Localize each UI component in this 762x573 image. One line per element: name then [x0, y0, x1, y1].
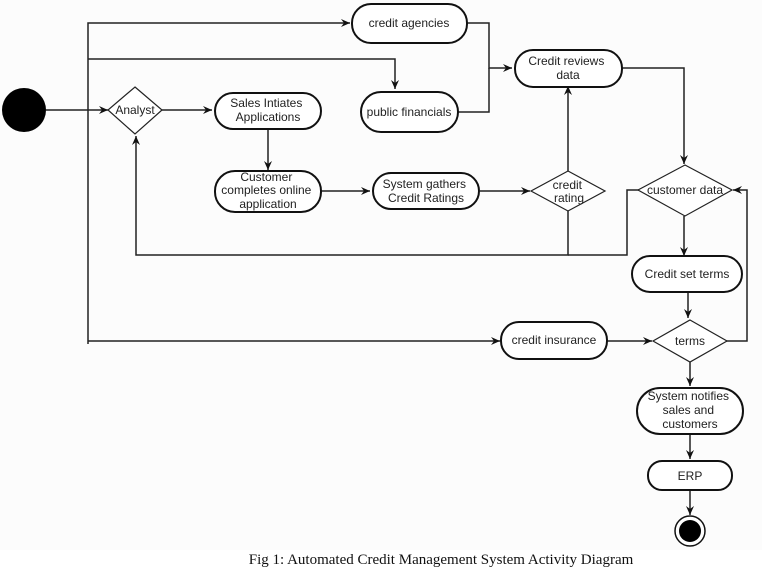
action-credit-insurance-label: credit insurance [512, 333, 597, 347]
action-customer-completes-line-3: application [239, 197, 296, 211]
action-system-gathers[interactable]: System gathers Credit Ratings [372, 172, 480, 210]
action-credit-reviews-line-1: Credit reviews [528, 54, 604, 68]
activity-diagram: Analyst Sales Intiates Applications Cust… [2, 3, 748, 547]
action-system-notifies[interactable]: System notifies sales and customers [636, 387, 744, 435]
action-credit-agencies[interactable]: credit agencies [351, 3, 468, 44]
action-credit-reviews[interactable]: Credit reviews data [514, 49, 623, 88]
decision-customer-data-label: customer data [647, 183, 723, 197]
action-customer-completes-line-2: completes online [221, 183, 311, 197]
svg-text:Sales Intiates Applicati: Sales Intiates Applications [230, 96, 305, 124]
svg-text:credit rating: credit rating [553, 178, 586, 205]
decision-terms-label: terms [675, 334, 705, 348]
initial-node [2, 88, 46, 132]
edge-agencies-reviews [467, 22, 512, 72]
action-public-financials-label: public financials [367, 105, 452, 119]
action-credit-agencies-label: credit agencies [369, 16, 450, 30]
action-system-notifies-line-3: customers [662, 417, 717, 431]
decision-analyst[interactable]: Analyst [107, 86, 163, 135]
action-system-notifies-line-2: sales and [663, 403, 714, 417]
edge-public-reviews [458, 68, 490, 113]
action-customer-completes-line-1: Customer [240, 170, 292, 184]
decision-analyst-label: Analyst [115, 103, 155, 117]
action-erp-label: ERP [678, 469, 703, 483]
decision-credit-rating[interactable]: credit rating [529, 170, 607, 212]
figure-caption: Fig 1: Automated Credit Management Syste… [248, 552, 634, 568]
action-credit-reviews-line-2: data [556, 68, 580, 82]
svg-text:System gathers Credit Ra: System gathers Credit Ratings [383, 177, 470, 205]
action-system-gathers-line-1: System gathers [383, 177, 466, 191]
action-credit-set-terms[interactable]: Credit set terms [631, 255, 743, 293]
decision-credit-rating-line-2: rating [554, 191, 584, 205]
edge-reviews-customerdata [622, 67, 688, 164]
action-credit-set-terms-label: Credit set terms [645, 267, 730, 281]
action-customer-completes[interactable]: Customer completes online application [214, 170, 322, 213]
edge-start-public-financials [88, 58, 399, 89]
action-public-financials[interactable]: public financials [360, 91, 459, 133]
action-erp[interactable]: ERP [647, 460, 733, 491]
decision-terms[interactable]: terms [651, 319, 729, 363]
action-sales-initiates[interactable]: Sales Intiates Applications [214, 92, 322, 130]
decision-credit-rating-line-1: credit [553, 178, 583, 192]
action-system-gathers-line-2: Credit Ratings [388, 191, 464, 205]
action-sales-initiates-line-2: Applications [236, 110, 301, 124]
action-sales-initiates-line-1: Sales Intiates [230, 96, 302, 110]
diagram-canvas: Analyst Sales Intiates Applications Cust… [0, 0, 762, 550]
decision-customer-data[interactable]: customer data [636, 164, 734, 217]
action-credit-insurance[interactable]: credit insurance [500, 321, 608, 360]
final-node [674, 515, 706, 547]
action-system-notifies-line-1: System notifies [648, 389, 729, 403]
edge-rating-analyst [132, 136, 569, 256]
